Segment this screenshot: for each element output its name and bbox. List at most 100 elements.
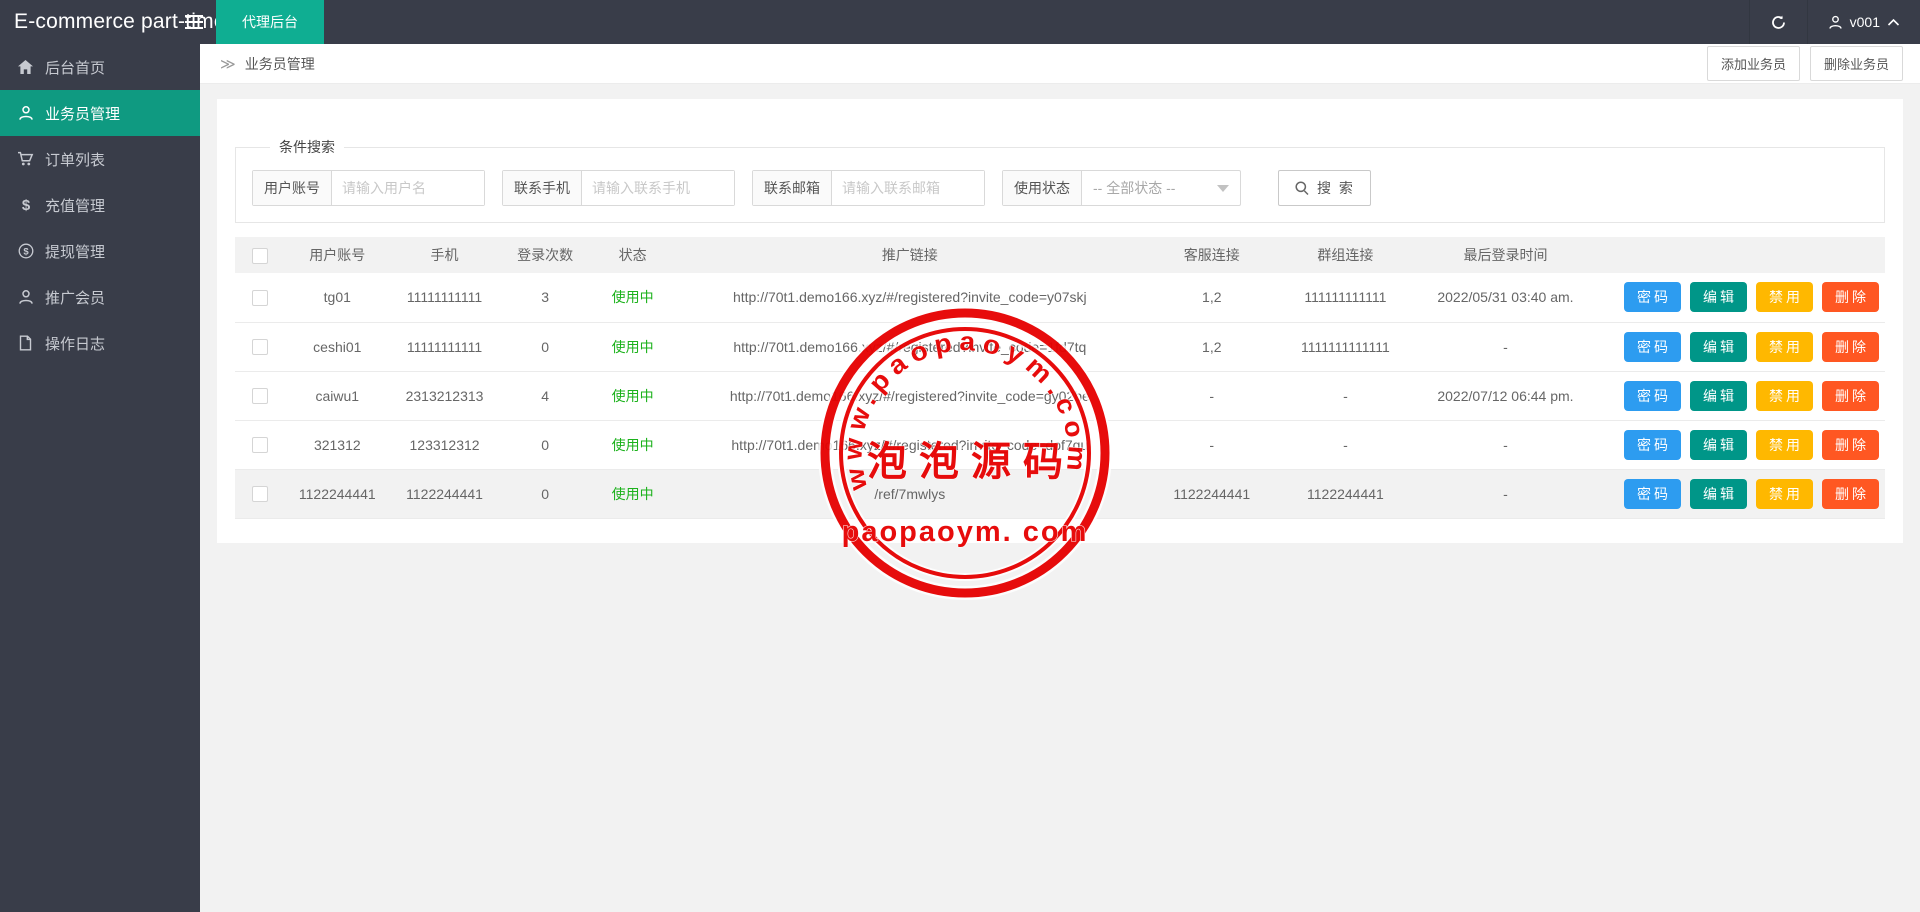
account-input[interactable] — [332, 171, 484, 205]
cell-promo-link: /ref/7mwlys — [673, 469, 1146, 519]
sidebar-item-0[interactable]: 后台首页 — [0, 44, 200, 90]
edit-button[interactable]: 编辑 — [1690, 429, 1747, 460]
row-checkbox[interactable] — [251, 339, 268, 356]
disable-button[interactable]: 禁用 — [1756, 331, 1813, 362]
status-badge: 使用中 — [611, 485, 654, 502]
row-checkbox[interactable] — [251, 437, 268, 454]
password-button[interactable]: 密码 — [1624, 429, 1681, 460]
select-all-checkbox[interactable] — [251, 247, 268, 264]
cell-group-link: 111111111111 — [1277, 273, 1414, 323]
cell-phone: 2313212313 — [390, 371, 499, 421]
status-select[interactable]: -- 全部状态 -- — [1082, 171, 1240, 205]
tab-agent-admin[interactable]: 代理后台 — [216, 0, 324, 44]
column-header: 群组连接 — [1277, 237, 1414, 273]
cell-actions: 密码 编辑 禁用 删除 — [1597, 273, 1885, 323]
cell-checkbox — [235, 322, 285, 372]
search-row: 用户账号 联系手机 联系邮箱 使用状态 -- 全部状态 -- — [252, 170, 1868, 206]
home-icon — [17, 59, 34, 75]
email-input[interactable] — [832, 171, 984, 205]
delete-button[interactable]: 删除 — [1822, 478, 1879, 509]
search-panel: 条件搜索 用户账号 联系手机 联系邮箱 使用状态 -- 全部 — [235, 137, 1885, 223]
delete-button[interactable]: 删除 — [1822, 429, 1879, 460]
refresh-button[interactable] — [1748, 0, 1807, 44]
sidebar-item-label: 提现管理 — [45, 243, 106, 261]
cell-service-link: 1,2 — [1145, 322, 1278, 372]
sidebar-item-6[interactable]: 操作日志 — [0, 320, 200, 366]
delete-button[interactable]: 删除 — [1822, 331, 1879, 362]
cell-promo-link: http://70t1.demo166.xyz/#/registered?inv… — [673, 273, 1146, 323]
cart-icon — [17, 151, 34, 167]
user-icon — [1828, 15, 1843, 30]
row-checkbox[interactable] — [251, 486, 268, 503]
dollar-icon: $ — [17, 197, 34, 213]
breadcrumb: ≫ 业务员管理 — [220, 54, 315, 74]
cell-promo-link: http://70t1.demo166.xyz/#/registered?inv… — [673, 322, 1146, 372]
sidebar-item-5[interactable]: 推广会员 — [0, 274, 200, 320]
password-button[interactable]: 密码 — [1624, 331, 1681, 362]
row-checkbox[interactable] — [251, 289, 268, 306]
cell-login-count: 0 — [498, 322, 592, 372]
disable-button[interactable]: 禁用 — [1756, 380, 1813, 411]
cell-last-login: - — [1413, 469, 1598, 519]
cell-actions: 密码 编辑 禁用 删除 — [1597, 420, 1885, 470]
sidebar-item-label: 推广会员 — [45, 289, 106, 307]
search-button-label: 搜 索 — [1317, 180, 1355, 196]
cell-account: tg01 — [284, 273, 391, 323]
user-icon — [17, 105, 34, 121]
content-card: 条件搜索 用户账号 联系手机 联系邮箱 使用状态 -- 全部 — [217, 99, 1903, 543]
disable-button[interactable]: 禁用 — [1756, 282, 1813, 313]
email-field-group: 联系邮箱 — [752, 170, 985, 206]
sidebar-item-label: 操作日志 — [45, 335, 106, 353]
cell-status: 使用中 — [591, 322, 674, 372]
search-legend: 条件搜索 — [279, 139, 335, 155]
user-menu[interactable]: v001 — [1806, 0, 1920, 44]
edit-button[interactable]: 编辑 — [1690, 478, 1747, 509]
status-field-group: 使用状态 -- 全部状态 -- — [1002, 170, 1241, 206]
search-button[interactable]: 搜 索 — [1278, 170, 1371, 206]
sidebar-item-1[interactable]: 业务员管理 — [0, 90, 200, 136]
sidebar-item-label: 订单列表 — [45, 151, 106, 169]
app-title: E-commerce part-time — [14, 10, 226, 33]
table-row: caiwu1 2313212313 4 使用中 http://70t1.demo166.… — [235, 371, 1885, 421]
menu-toggle-button[interactable] — [172, 0, 216, 44]
sidebar-item-3[interactable]: $ 充值管理 — [0, 182, 200, 228]
edit-button[interactable]: 编辑 — [1690, 282, 1747, 313]
delete-button[interactable]: 删除 — [1822, 282, 1879, 313]
password-button[interactable]: 密码 — [1624, 478, 1681, 509]
cell-last-login: 2022/05/31 03:40 am. — [1413, 273, 1598, 323]
password-button[interactable]: 密码 — [1624, 380, 1681, 411]
column-header: 状态 — [591, 237, 674, 273]
doc-icon — [17, 335, 34, 351]
dollar-circle-icon: $ — [17, 243, 34, 259]
sidebar: 后台首页 业务员管理 订单列表 $ 充值管理 $ 提现管理 推广会员 操作日志 — [0, 44, 200, 912]
cell-login-count: 3 — [498, 273, 592, 323]
cell-account: ceshi01 — [284, 322, 391, 372]
cell-service-link: - — [1145, 371, 1278, 421]
password-button[interactable]: 密码 — [1624, 282, 1681, 313]
sidebar-item-2[interactable]: 订单列表 — [0, 136, 200, 182]
edit-button[interactable]: 编辑 — [1690, 331, 1747, 362]
cell-status: 使用中 — [591, 273, 674, 323]
cell-service-link: 1,2 — [1145, 273, 1278, 323]
delete-button[interactable]: 删除 — [1822, 380, 1879, 411]
select-caret-icon — [1217, 184, 1229, 192]
sidebar-item-4[interactable]: $ 提现管理 — [0, 228, 200, 274]
table-row: ceshi01 11111111111 0 使用中 http://70t1.demo16… — [235, 322, 1885, 372]
status-badge: 使用中 — [611, 289, 654, 306]
phone-input[interactable] — [582, 171, 734, 205]
status-select-value: -- 全部状态 -- — [1093, 180, 1176, 196]
add-salesman-button[interactable]: 添加业务员 — [1706, 46, 1800, 81]
edit-button[interactable]: 编辑 — [1690, 380, 1747, 411]
cell-actions: 密码 编辑 禁用 删除 — [1597, 371, 1885, 421]
row-checkbox[interactable] — [251, 388, 268, 405]
navbar-right: v001 — [1748, 0, 1920, 44]
breadcrumb-chevrons-icon: ≫ — [220, 55, 236, 73]
disable-button[interactable]: 禁用 — [1756, 429, 1813, 460]
account-field-label: 用户账号 — [253, 171, 332, 205]
disable-button[interactable]: 禁用 — [1756, 478, 1813, 509]
svg-text:$: $ — [23, 246, 29, 257]
cell-checkbox — [235, 371, 285, 421]
delete-salesman-button[interactable]: 删除业务员 — [1809, 46, 1903, 81]
cell-checkbox — [235, 420, 285, 470]
page-actions: 添加业务员 删除业务员 — [1706, 46, 1903, 81]
